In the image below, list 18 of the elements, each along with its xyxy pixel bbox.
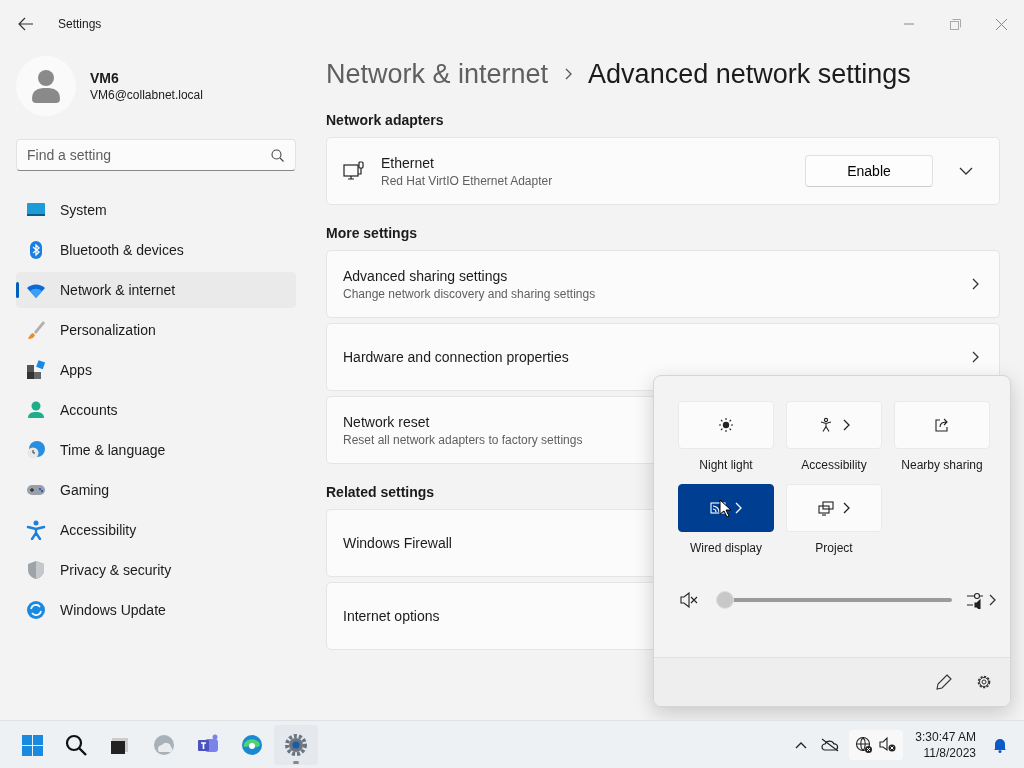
user-name: VM6 <box>90 70 120 86</box>
window-title: Settings <box>58 17 102 31</box>
card-title: Windows Firewall <box>343 535 452 551</box>
card-title: Hardware and connection properties <box>343 349 569 365</box>
section-heading: Related settings <box>326 484 436 500</box>
tile-label: Wired display <box>690 541 762 555</box>
adapter-name: Ethernet <box>381 154 434 171</box>
card-description: Change network discovery and sharing settings <box>343 286 596 301</box>
card-title: Internet options <box>343 608 440 624</box>
card-title: Network reset <box>343 413 430 430</box>
adapter-description: Red Hat VirtIO Ethernet Adapter <box>381 173 553 188</box>
page-title: Advanced network settings <box>588 58 911 90</box>
card-title: Advanced sharing settings <box>343 267 508 284</box>
section-heading: Network adapters <box>326 112 445 128</box>
section-heading: More settings <box>326 225 418 241</box>
user-email: VM6@collabnet.local <box>90 88 203 102</box>
card-description: Reset all network adapters to factory settings <box>343 432 583 447</box>
tile-label: Project <box>815 541 853 555</box>
